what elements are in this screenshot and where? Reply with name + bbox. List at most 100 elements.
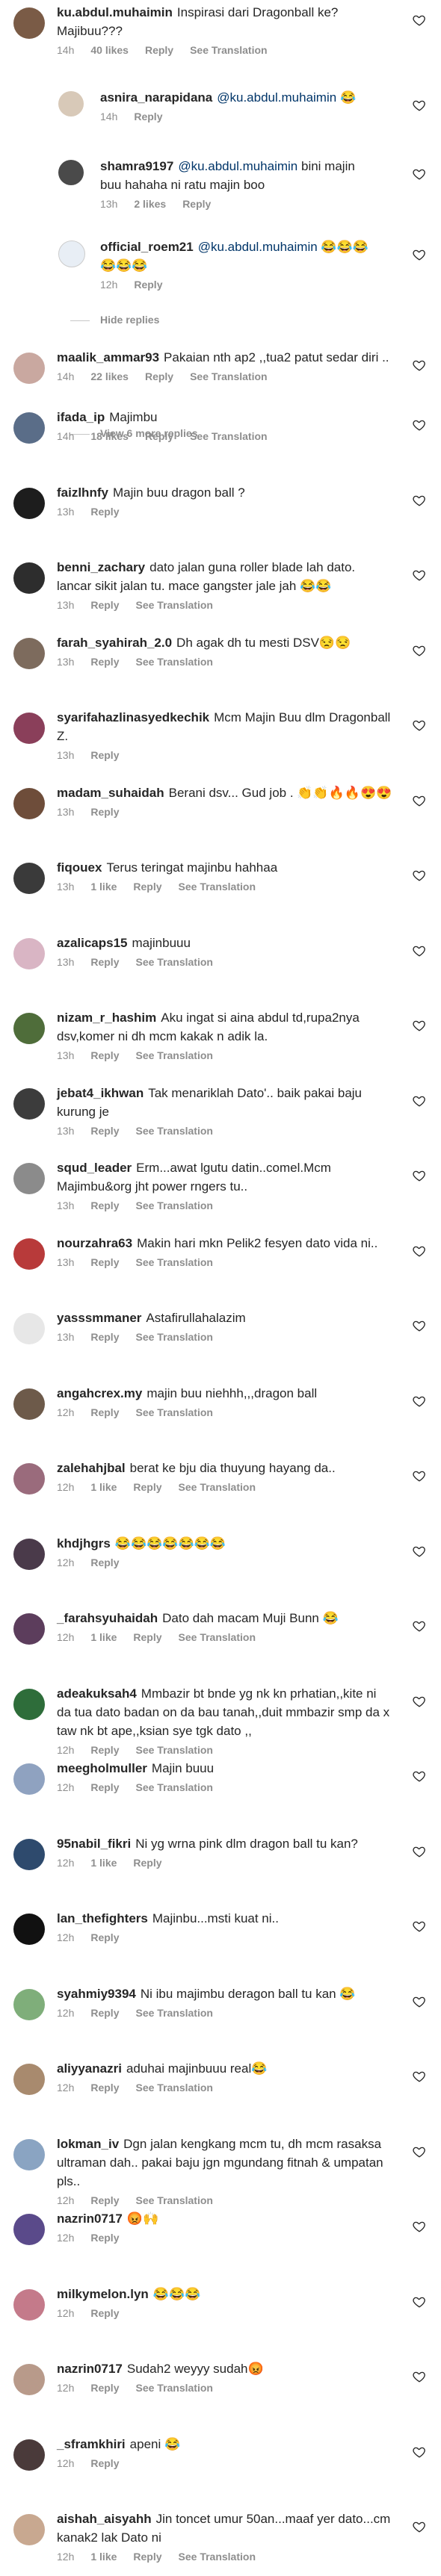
- username[interactable]: meegholmuller: [57, 1761, 147, 1775]
- see-translation-button[interactable]: See Translation: [135, 1049, 212, 1061]
- heart-icon[interactable]: [413, 99, 426, 112]
- heart-icon[interactable]: [413, 794, 426, 807]
- heart-icon[interactable]: [413, 1244, 426, 1258]
- avatar[interactable]: [58, 240, 85, 267]
- reply-button[interactable]: Reply: [90, 1256, 119, 1268]
- likes-count[interactable]: 40 likes: [90, 44, 129, 56]
- heart-icon[interactable]: [413, 418, 426, 432]
- likes-count[interactable]: 2 likes: [134, 198, 166, 210]
- avatar[interactable]: [13, 412, 45, 444]
- avatar[interactable]: [13, 2214, 45, 2245]
- heart-icon[interactable]: [413, 2520, 426, 2533]
- avatar[interactable]: [13, 1163, 45, 1194]
- reply-button[interactable]: Reply: [145, 44, 173, 56]
- avatar[interactable]: [13, 1914, 45, 1945]
- heart-icon[interactable]: [413, 13, 426, 27]
- see-translation-button[interactable]: See Translation: [135, 1331, 212, 1343]
- see-translation-button[interactable]: See Translation: [135, 956, 212, 968]
- likes-count[interactable]: 1 like: [90, 2551, 117, 2563]
- username[interactable]: official_roem21: [100, 240, 194, 254]
- heart-icon[interactable]: [413, 1394, 426, 1408]
- heart-icon[interactable]: [413, 944, 426, 958]
- username[interactable]: nourzahra63: [57, 1236, 132, 1250]
- see-translation-button[interactable]: See Translation: [135, 1744, 212, 1756]
- username[interactable]: syarifahazlinasyedkechik: [57, 710, 209, 724]
- likes-count[interactable]: 1 like: [90, 881, 117, 893]
- heart-icon[interactable]: [413, 2145, 426, 2158]
- avatar[interactable]: [13, 2364, 45, 2395]
- avatar[interactable]: [13, 937, 45, 969]
- reply-button[interactable]: Reply: [134, 111, 162, 122]
- heart-icon[interactable]: [413, 359, 426, 372]
- reply-button[interactable]: Reply: [90, 656, 119, 668]
- avatar[interactable]: [13, 1087, 45, 1120]
- reply-button[interactable]: Reply: [90, 1049, 119, 1061]
- avatar[interactable]: [13, 2288, 45, 2321]
- username[interactable]: fiqouex: [57, 860, 102, 875]
- see-translation-button[interactable]: See Translation: [135, 656, 212, 668]
- see-translation-button[interactable]: See Translation: [179, 1481, 256, 1493]
- reply-button[interactable]: Reply: [134, 279, 162, 291]
- avatar[interactable]: [13, 353, 45, 384]
- reply-button[interactable]: Reply: [90, 599, 119, 611]
- username[interactable]: syahmiy9394: [57, 1987, 136, 2001]
- reply-button[interactable]: Reply: [90, 2194, 119, 2206]
- username[interactable]: faizlhnfy: [57, 485, 108, 500]
- likes-count[interactable]: 1 like: [90, 1857, 117, 1869]
- reply-button[interactable]: Reply: [90, 2382, 119, 2394]
- heart-icon[interactable]: [413, 644, 426, 657]
- avatar[interactable]: [13, 2439, 45, 2471]
- see-translation-button[interactable]: See Translation: [135, 1781, 212, 1793]
- heart-icon[interactable]: [413, 719, 426, 732]
- heart-icon[interactable]: [413, 1919, 426, 1933]
- see-translation-button[interactable]: See Translation: [135, 2007, 212, 2019]
- avatar[interactable]: [13, 2514, 45, 2545]
- likes-count[interactable]: 18 likes: [90, 430, 129, 442]
- avatar[interactable]: [13, 713, 45, 744]
- heart-icon[interactable]: [413, 1169, 426, 1182]
- username[interactable]: shamra9197: [100, 159, 173, 173]
- hide-replies-button[interactable]: Hide replies: [70, 314, 159, 326]
- heart-icon[interactable]: [413, 2295, 426, 2309]
- reply-button[interactable]: Reply: [182, 198, 211, 210]
- avatar[interactable]: [13, 1313, 45, 1344]
- username[interactable]: ifada_ip: [57, 410, 105, 424]
- username[interactable]: nazrin0717: [57, 2212, 123, 2226]
- reply-button[interactable]: Reply: [133, 881, 161, 893]
- username[interactable]: nizam_r_hashim: [57, 1011, 156, 1025]
- avatar[interactable]: [13, 787, 45, 819]
- reply-button[interactable]: Reply: [133, 1481, 161, 1493]
- reply-button[interactable]: Reply: [133, 1631, 161, 1643]
- likes-count[interactable]: 1 like: [90, 1481, 117, 1493]
- username[interactable]: lokman_iv: [57, 2137, 119, 2151]
- username[interactable]: lan_thefighters: [57, 1911, 148, 1925]
- avatar[interactable]: [13, 1838, 45, 1870]
- heart-icon[interactable]: [413, 1769, 426, 1783]
- avatar[interactable]: [13, 562, 45, 594]
- see-translation-button[interactable]: See Translation: [135, 2082, 212, 2094]
- avatar[interactable]: [13, 1763, 45, 1795]
- avatar[interactable]: [13, 1013, 45, 1044]
- username[interactable]: milkymelon.lyn: [57, 2287, 149, 2301]
- see-translation-button[interactable]: See Translation: [190, 44, 267, 56]
- heart-icon[interactable]: [413, 2070, 426, 2083]
- heart-icon[interactable]: [413, 568, 426, 582]
- mention-link[interactable]: @ku.abdul.muhaimin: [198, 240, 318, 254]
- mention-link[interactable]: @ku.abdul.muhaimin: [217, 90, 336, 105]
- see-translation-button[interactable]: See Translation: [135, 1199, 212, 1211]
- username[interactable]: maalik_ammar93: [57, 350, 159, 364]
- avatar[interactable]: [13, 2138, 45, 2170]
- reply-button[interactable]: Reply: [90, 956, 119, 968]
- see-translation-button[interactable]: See Translation: [179, 881, 256, 893]
- see-translation-button[interactable]: See Translation: [135, 1125, 212, 1137]
- heart-icon[interactable]: [413, 2445, 426, 2459]
- reply-button[interactable]: Reply: [90, 1199, 119, 1211]
- heart-icon[interactable]: [413, 1094, 426, 1108]
- reply-button[interactable]: Reply: [90, 1557, 119, 1568]
- avatar[interactable]: [13, 1538, 45, 1570]
- username[interactable]: adeakuksah4: [57, 1686, 137, 1701]
- username[interactable]: zalehahjbal: [57, 1461, 126, 1475]
- reply-button[interactable]: Reply: [90, 2457, 119, 2469]
- heart-icon[interactable]: [413, 1545, 426, 1558]
- username[interactable]: yasssmmaner: [57, 1311, 141, 1325]
